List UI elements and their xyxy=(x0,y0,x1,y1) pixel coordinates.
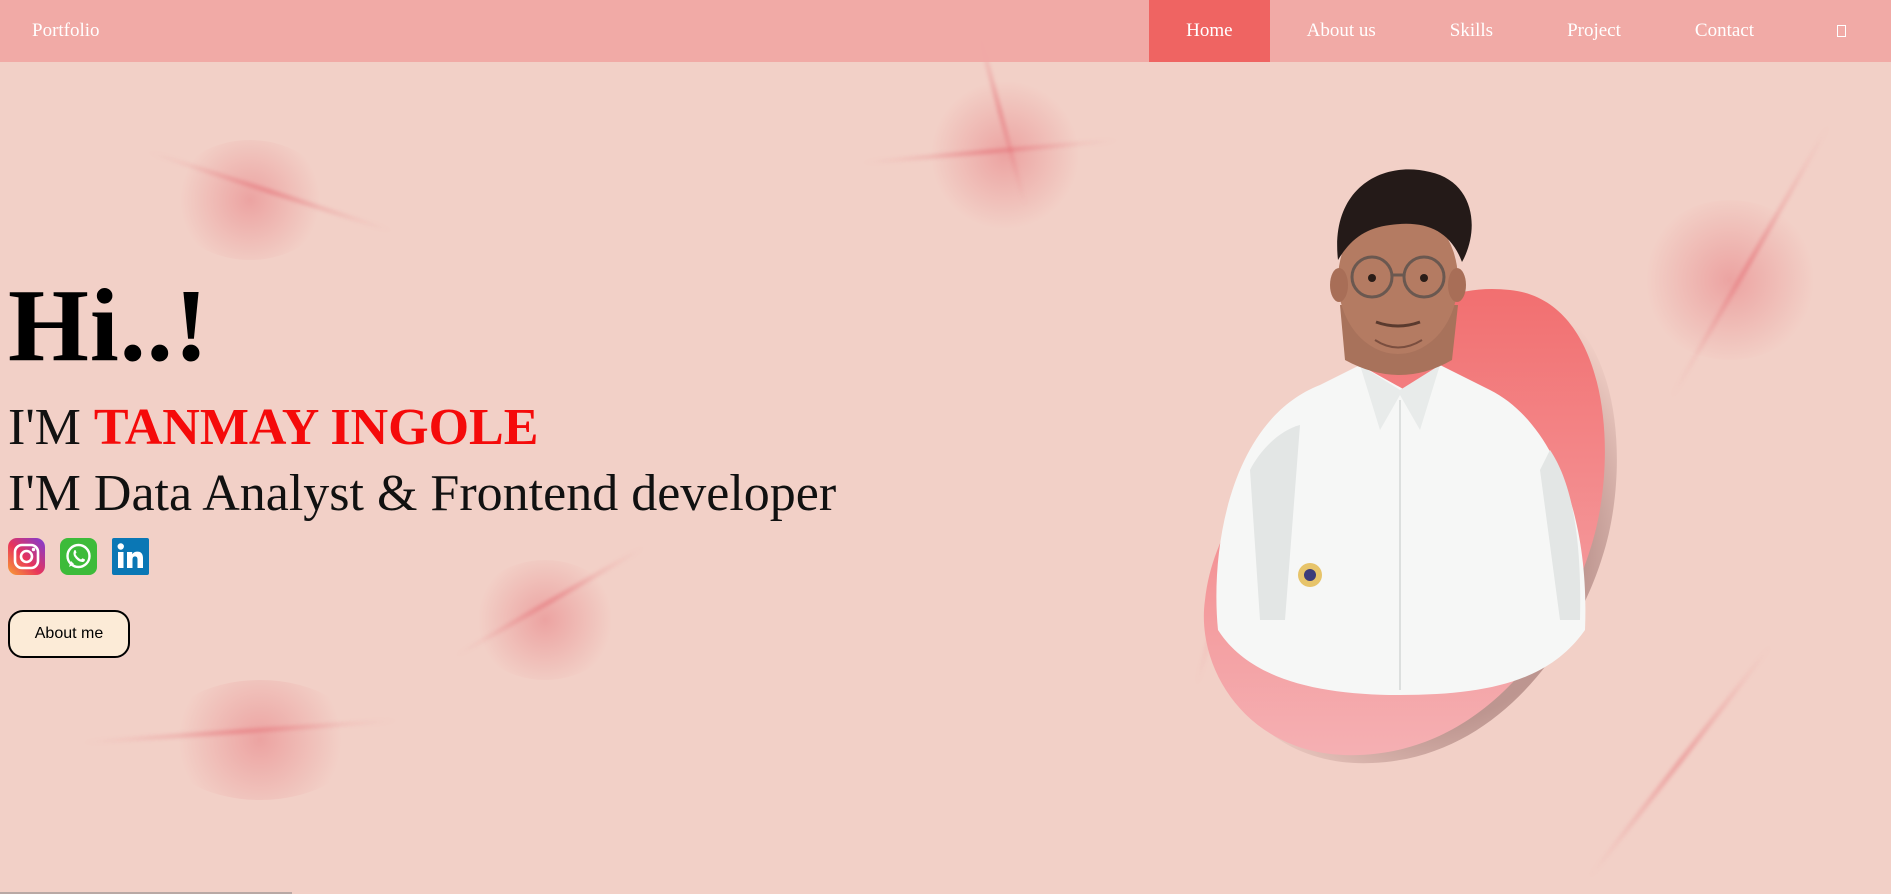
nav-skills[interactable]: Skills xyxy=(1413,0,1530,62)
navbar: Portfolio Home About us Skills Project C… xyxy=(0,0,1891,62)
nav-project[interactable]: Project xyxy=(1530,0,1658,62)
intro-line: I'M TANMAY INGOLE xyxy=(8,398,538,457)
whatsapp-icon[interactable] xyxy=(60,538,97,575)
social-links xyxy=(8,538,149,575)
about-me-button[interactable]: About me xyxy=(8,610,130,658)
nav-home[interactable]: Home xyxy=(1149,0,1270,62)
greeting-heading: Hi..! xyxy=(8,268,210,383)
linkedin-icon[interactable] xyxy=(112,538,149,575)
nav-contact[interactable]: Contact xyxy=(1658,0,1791,62)
profile-portrait xyxy=(1203,169,1617,764)
instagram-icon[interactable] xyxy=(8,538,45,575)
nav-menu: Home About us Skills Project Contact xyxy=(1149,0,1891,62)
nav-about-us[interactable]: About us xyxy=(1270,0,1413,62)
menu-icon[interactable] xyxy=(1791,0,1891,62)
intro-prefix: I'M xyxy=(8,399,94,456)
brand-logo[interactable]: Portfolio xyxy=(32,0,100,62)
role-line: I'M Data Analyst & Frontend developer xyxy=(8,465,837,522)
hero-section: Hi..! I'M TANMAY INGOLE I'M Data Analyst… xyxy=(8,268,836,658)
person-name: TANMAY INGOLE xyxy=(93,399,539,456)
